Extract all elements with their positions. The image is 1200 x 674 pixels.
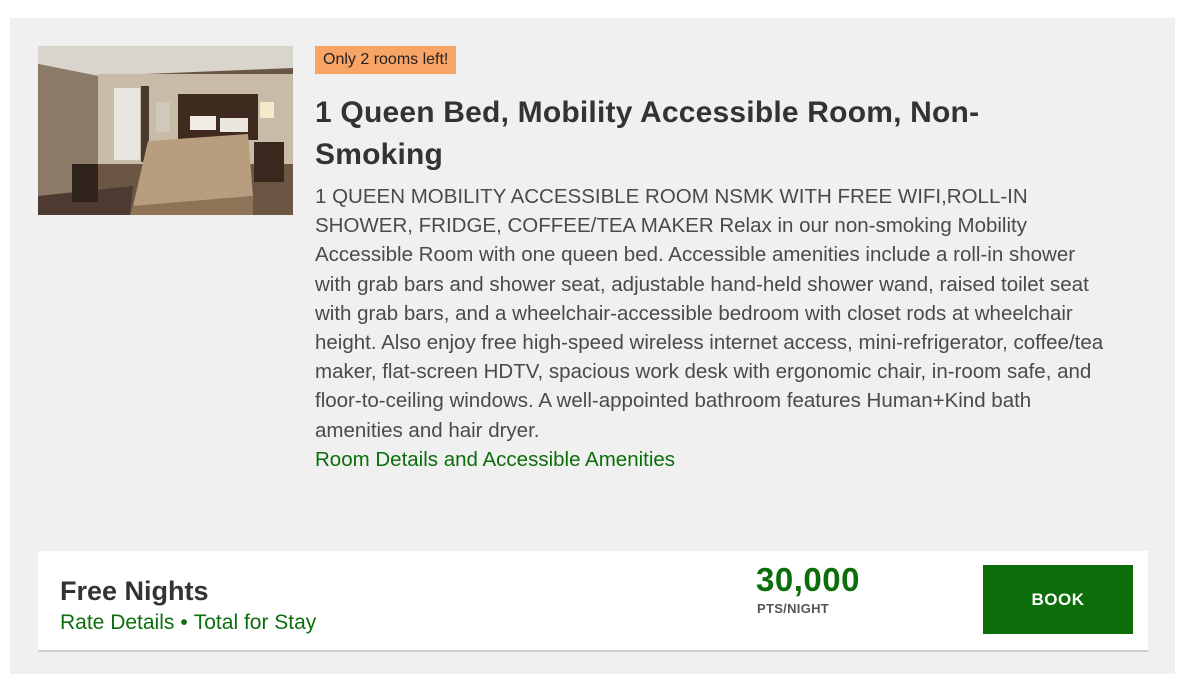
room-description: 1 QUEEN MOBILITY ACCESSIBLE ROOM NSMK WI… [315,185,1104,442]
link-separator: • [180,611,188,634]
rate-details-link[interactable]: Rate Details [60,611,174,634]
rate-name: Free Nights [60,576,209,606]
room-details-link[interactable]: Room Details and Accessible Amenities [315,445,675,474]
availability-badge: Only 2 rooms left! [315,46,457,74]
room-content: Only 2 rooms left! 1 Queen Bed, Mobility… [315,46,1115,474]
points-price: 30,000 [756,561,860,598]
room-photo-illustration [38,46,293,215]
room-photo[interactable] [38,46,293,215]
room-title: 1 Queen Bed, Mobility Accessible Room, N… [315,96,980,171]
book-button[interactable]: BOOK [983,565,1133,634]
rate-links: Rate Details • Total for Stay [60,611,316,635]
room-card: Only 2 rooms left! 1 Queen Bed, Mobility… [10,18,1175,674]
points-unit: PTS/NIGHT [757,601,830,616]
total-for-stay-link[interactable]: Total for Stay [194,611,317,634]
rate-row: Free Nights Rate Details • Total for Stay … [38,551,1148,652]
